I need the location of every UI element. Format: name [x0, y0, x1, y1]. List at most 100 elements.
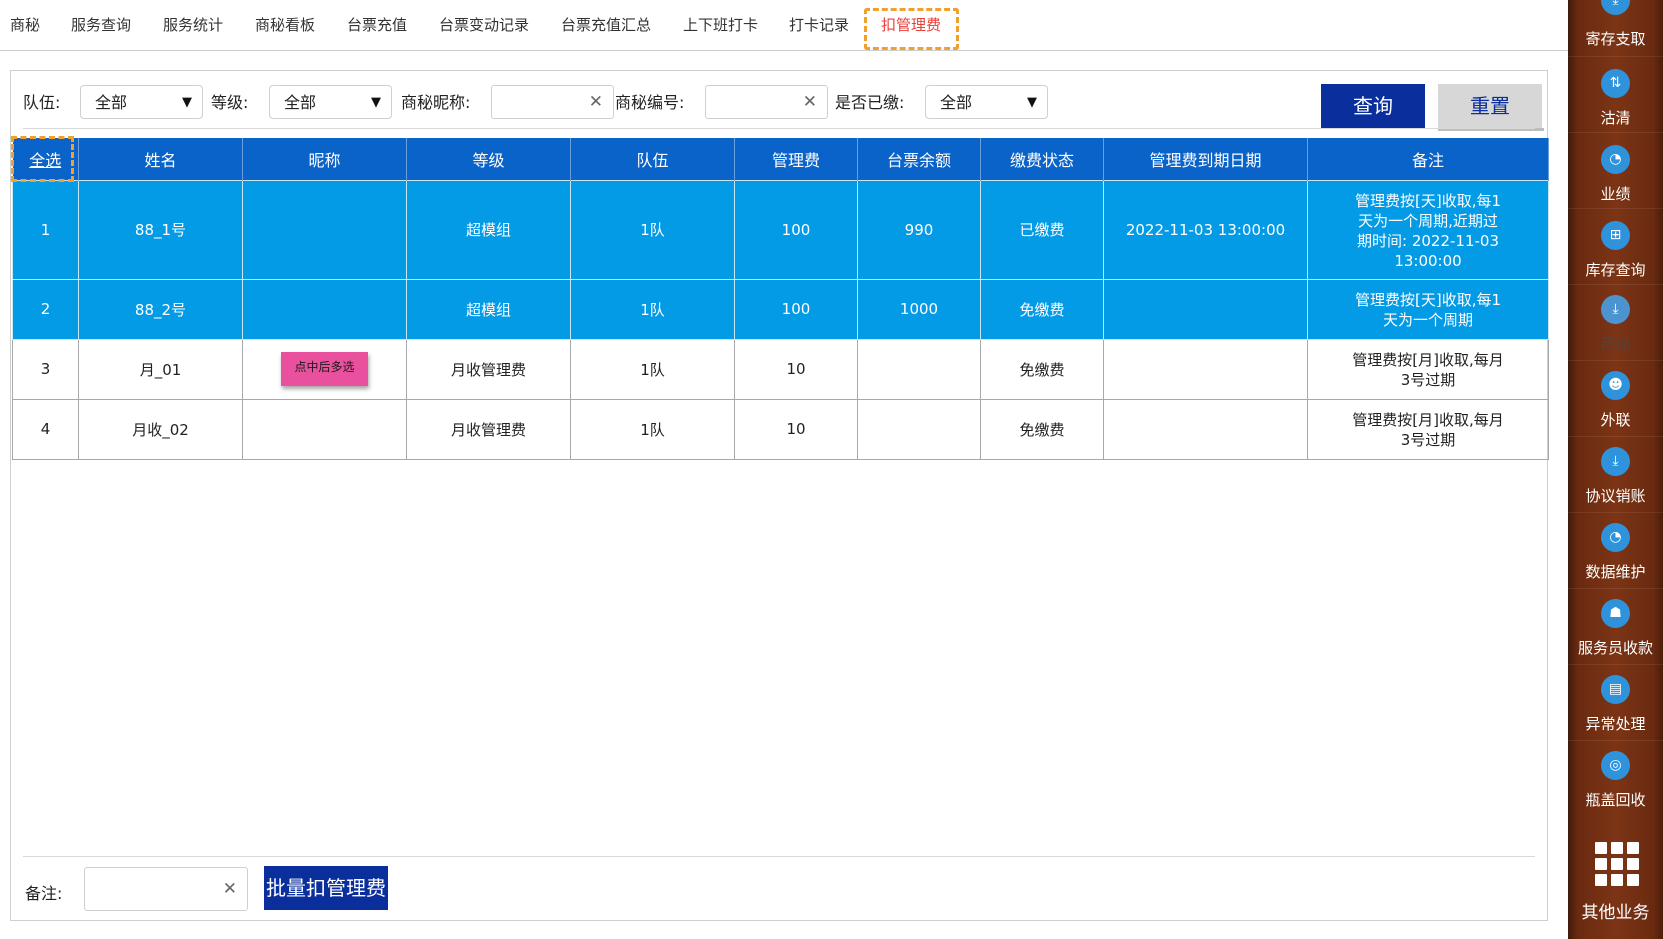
table-row[interactable]: 4 月收_02 月收管理费 1队 10 免缴费 管理费按[月]收取,每月 3号过…	[12, 398, 1549, 460]
row-note: 管理费按[月]收取,每月 3号过期	[1307, 398, 1549, 460]
paid-select[interactable]: 全部 ▼	[925, 85, 1048, 119]
table-row[interactable]: 2 88_2号 超模组 1队 100 1000 免缴费 管理费按[天]收取,每1…	[12, 278, 1549, 340]
row-note: 管理费按[月]收取,每月 3号过期	[1307, 338, 1549, 400]
team-select[interactable]: 全部 ▼	[80, 85, 203, 119]
header-note: 备注	[1307, 138, 1549, 180]
table-row[interactable]: 1 88_1号 超模组 1队 100 990 已缴费 2022-11-03 13…	[12, 179, 1549, 280]
sidebar-item-performance[interactable]: ◔ 业绩	[1568, 133, 1663, 208]
level-select[interactable]: 全部 ▼	[269, 85, 392, 119]
clear-icon[interactable]: ✕	[589, 86, 603, 118]
paid-label: 是否已缴:	[835, 93, 905, 112]
row-nickname: 点中后多选	[242, 338, 407, 400]
row-nickname	[242, 398, 407, 460]
batch-deduct-fee-button[interactable]: 批量扣管理费	[264, 866, 388, 910]
row-expiry	[1103, 338, 1308, 400]
tab-shangmi-board[interactable]: 商秘看板	[255, 0, 315, 51]
table-row[interactable]: 3 月_01 点中后多选 月收管理费 1队 10 免缴费 管理费按[月]收取,每…	[12, 338, 1549, 400]
tab-clock-in-out[interactable]: 上下班打卡	[683, 0, 758, 51]
note-line: 3号过期	[1400, 371, 1456, 389]
row-level: 月收管理费	[406, 338, 571, 400]
header-expiry: 管理费到期日期	[1103, 138, 1308, 180]
sidebar-item-data-maintenance[interactable]: ◔ 数据维护	[1568, 513, 1663, 588]
sidebar-item-waiter-collection[interactable]: ☗ 服务员收款	[1568, 589, 1663, 664]
row-balance: 990	[857, 179, 981, 280]
clear-icon[interactable]: ✕	[223, 868, 237, 910]
filter-bar: 队伍: 全部 ▼ 等级: 全部 ▼ 商秘昵称: ✕ 商秘编号: ✕ 是否已缴: …	[11, 71, 1547, 133]
sticky-note: 点中后多选	[281, 352, 368, 386]
row-expiry	[1103, 398, 1308, 460]
sidebar-item-label: 外联	[1600, 411, 1631, 429]
tab-deduct-management-fee[interactable]: 扣管理费	[863, 0, 960, 51]
dropdown-arrow-icon: ▼	[371, 95, 381, 110]
number-label: 商秘编号:	[615, 93, 685, 112]
sidebar-item-inventory[interactable]: ⊞ 库存查询	[1568, 209, 1663, 284]
sidebar-item-deposit-withdraw[interactable]: ⤓ 寄存支取	[1568, 0, 1663, 56]
sidebar-item-label: 协议销账	[1585, 487, 1646, 505]
row-status: 免缴费	[980, 278, 1104, 340]
row-balance: 1000	[857, 278, 981, 340]
select-all-link[interactable]: 全选	[29, 151, 61, 170]
tab-service-query[interactable]: 服务查询	[71, 0, 131, 51]
sidebar-item-label: 沽清	[1600, 109, 1631, 127]
fee-table: 全选 姓名 昵称 等级 队伍 管理费 台票余额 缴费状态 管理费到期日期 备注 …	[10, 136, 1549, 460]
tab-ticket-change-log[interactable]: 台票变动记录	[439, 0, 529, 51]
row-index: 2	[12, 278, 79, 340]
row-team: 1队	[570, 179, 735, 280]
row-note: 管理费按[天]收取,每1 天为一个周期,近期过 期时间: 2022-11-03 …	[1307, 179, 1549, 280]
sidebar-other-business[interactable]: 其他业务	[1568, 832, 1663, 939]
tab-clock-records[interactable]: 打卡记录	[789, 0, 849, 51]
download-icon: ⤓	[1601, 295, 1630, 324]
nickname-input[interactable]: ✕	[491, 85, 614, 119]
row-fee: 10	[734, 398, 858, 460]
tab-recharge-summary[interactable]: 台票充值汇总	[561, 0, 651, 51]
sidebar-item-label: 业绩	[1600, 185, 1631, 203]
select-all-header[interactable]: 全选	[10, 136, 79, 182]
note-line: 3号过期	[1400, 431, 1456, 449]
note-line: 管理费按[月]收取,每月	[1352, 411, 1504, 429]
tab-shangmi[interactable]: 商秘	[10, 0, 40, 51]
note-line: 管理费按[天]收取,每1	[1354, 191, 1502, 210]
row-balance	[857, 398, 981, 460]
reset-button[interactable]: 重置	[1438, 84, 1544, 131]
dropdown-arrow-icon: ▼	[1027, 95, 1037, 110]
user-card-icon: ☗	[1601, 599, 1630, 628]
sidebar-item-liaison[interactable]: ☻ 外联	[1568, 361, 1663, 436]
level-select-value: 全部	[284, 93, 317, 112]
header-fee: 管理费	[734, 138, 858, 180]
row-name: 月_01	[78, 338, 243, 400]
row-fee: 100	[734, 179, 858, 280]
remark-input[interactable]: ✕	[84, 867, 248, 911]
header-status: 缴费状态	[980, 138, 1104, 180]
row-nickname	[242, 278, 407, 340]
tab-service-stats[interactable]: 服务统计	[163, 0, 223, 51]
row-status: 已缴费	[980, 179, 1104, 280]
tab-ticket-recharge[interactable]: 台票充值	[347, 0, 407, 51]
download-icon: ⤓	[1601, 447, 1630, 476]
nickname-label: 商秘昵称:	[401, 93, 471, 112]
note-line: 13:00:00	[1394, 251, 1462, 270]
row-level: 月收管理费	[406, 398, 571, 460]
sidebar-item-shangmi[interactable]: ⤓ 商秘	[1568, 285, 1663, 360]
sidebar-item-exception[interactable]: ▤ 异常处理	[1568, 665, 1663, 740]
sidebar-item-label: 数据维护	[1585, 563, 1646, 581]
sidebar-item-label: 服务员收款	[1577, 639, 1653, 657]
row-name: 88_1号	[78, 179, 243, 280]
bottle-icon: ◎	[1601, 751, 1630, 780]
number-input[interactable]: ✕	[705, 85, 828, 119]
sidebar-item-agreement-writeoff[interactable]: ⤓ 协议销账	[1568, 437, 1663, 512]
note-line: 期时间: 2022-11-03	[1357, 231, 1499, 250]
row-name: 88_2号	[78, 278, 243, 340]
sidebar-item-sold-out[interactable]: ⇅ 沽清	[1568, 57, 1663, 132]
query-button[interactable]: 查询	[1321, 84, 1425, 128]
level-label: 等级:	[211, 93, 249, 112]
sidebar-item-bottle-cap-recycle[interactable]: ◎ 瓶盖回收	[1568, 741, 1663, 832]
clear-icon[interactable]: ✕	[803, 86, 817, 118]
divider	[23, 128, 1535, 129]
sidebar-item-label: 库存查询	[1585, 261, 1646, 279]
calendar-icon: ▤	[1601, 675, 1630, 704]
row-fee: 10	[734, 338, 858, 400]
header-team: 队伍	[570, 138, 735, 180]
row-status: 免缴费	[980, 398, 1104, 460]
note-line: 管理费按[月]收取,每月	[1352, 351, 1504, 369]
bottom-action-bar: 备注: ✕ 批量扣管理费	[11, 856, 1547, 920]
